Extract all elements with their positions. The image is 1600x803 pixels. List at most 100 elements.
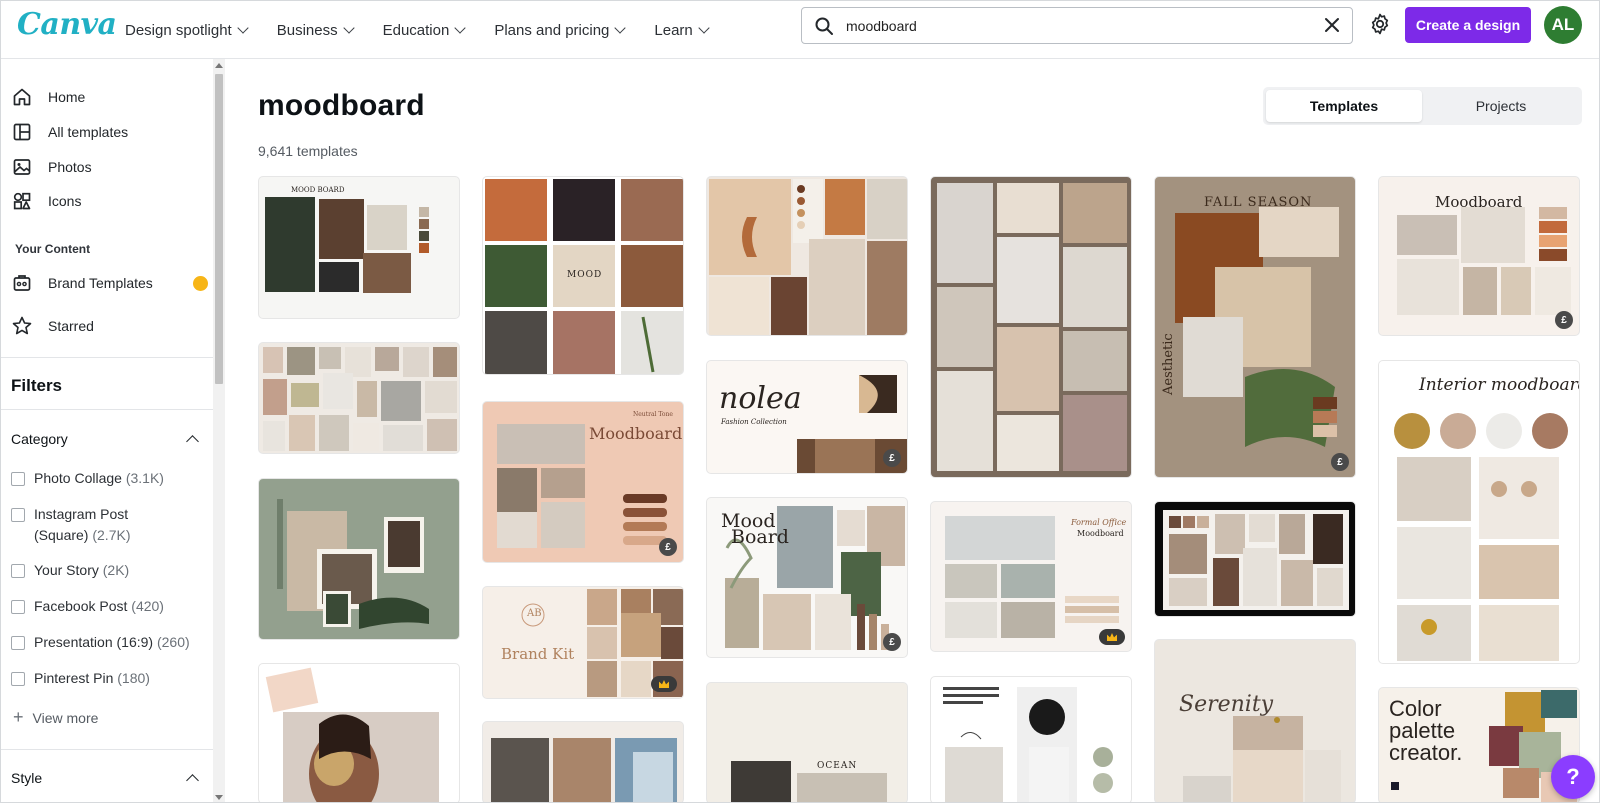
filter-pinterest-pin[interactable]: Pinterest Pin (180) <box>11 670 150 689</box>
template-card[interactable] <box>930 676 1132 802</box>
nav-education[interactable]: Education <box>383 22 466 39</box>
template-card[interactable]: MOOD BOARD <box>258 176 460 319</box>
templates-icon <box>11 121 33 143</box>
template-card[interactable]: Formal Office Moodboard <box>930 501 1132 652</box>
scroll-thumb[interactable] <box>215 74 223 384</box>
checkbox[interactable] <box>11 672 25 686</box>
premium-badge: £ <box>659 538 677 556</box>
chevron-up-icon <box>186 774 199 787</box>
nav-plans-pricing[interactable]: Plans and pricing <box>494 22 627 39</box>
home-icon <box>11 86 33 108</box>
crown-badge <box>651 676 677 692</box>
template-thumbnail <box>1163 510 1349 610</box>
help-button[interactable]: ? <box>1551 755 1595 799</box>
template-card[interactable]: OCEAN <box>706 682 908 802</box>
template-card[interactable]: Mood Board £ <box>706 497 908 658</box>
template-card[interactable]: FALL SEASON Aesthetic £ <box>1154 176 1356 478</box>
template-card[interactable] <box>258 342 460 454</box>
template-card[interactable]: Moodboard £ <box>1378 176 1580 336</box>
template-card[interactable]: Serenity <box>1154 639 1356 802</box>
scroll-down-arrow[interactable] <box>215 795 223 800</box>
search-input[interactable] <box>846 17 1316 34</box>
template-thumbnail <box>709 179 907 335</box>
chevron-up-icon <box>186 435 199 448</box>
filter-facebook-post[interactable]: Facebook Post (420) <box>11 598 164 617</box>
checkbox[interactable] <box>11 636 25 650</box>
checkbox[interactable] <box>11 564 25 578</box>
main-nav: Design spotlight Business Education Plan… <box>125 1 738 59</box>
template-card[interactable]: Interior moodboard <box>1378 360 1580 664</box>
template-thumbnail <box>265 667 439 802</box>
premium-badge: £ <box>1331 453 1349 471</box>
sidebar-scrollbar[interactable] <box>213 59 225 802</box>
premium-badge: £ <box>1555 311 1573 329</box>
gear-icon[interactable] <box>1368 12 1392 36</box>
template-thumbnail <box>263 347 457 451</box>
sidebar-item-starred[interactable]: Starred <box>11 309 201 343</box>
nav-design-spotlight[interactable]: Design spotlight <box>125 22 249 39</box>
top-header: Canva Design spotlight Business Educatio… <box>1 1 1599 59</box>
template-card[interactable] <box>258 478 460 640</box>
premium-badge: £ <box>883 633 901 651</box>
avatar[interactable]: AL <box>1544 6 1582 44</box>
template-card[interactable]: AB Brand Kit <box>482 586 684 699</box>
template-card[interactable]: nolea Fashion Collection £ <box>706 360 908 474</box>
template-card[interactable] <box>930 176 1132 478</box>
sidebar-item-photos[interactable]: Photos <box>11 150 201 184</box>
template-thumbnail <box>943 687 1113 802</box>
chevron-down-icon <box>698 22 710 34</box>
brand-templates-icon <box>11 272 33 294</box>
template-count: 9,641 templates <box>258 143 358 159</box>
chevron-down-icon <box>237 22 249 34</box>
sidebar: Home All templates Photos Icons Your Con… <box>1 59 213 802</box>
search-icon <box>815 17 833 35</box>
filter-your-story[interactable]: Your Story (2K) <box>11 562 129 581</box>
canva-window: Canva Design spotlight Business Educatio… <box>0 0 1600 803</box>
sidebar-item-icons[interactable]: Icons <box>11 184 201 218</box>
tab-projects[interactable]: Projects <box>1423 90 1579 122</box>
filter-photo-collage[interactable]: Photo Collage (3.1K) <box>11 470 164 489</box>
sidebar-item-home[interactable]: Home <box>11 80 201 114</box>
filters-heading: Filters <box>11 376 63 395</box>
template-thumbnail <box>731 761 887 802</box>
template-thumbnail <box>1183 716 1341 802</box>
template-card[interactable] <box>258 663 460 802</box>
your-content-heading: Your Content <box>15 242 91 256</box>
nav-learn[interactable]: Learn <box>654 22 710 39</box>
template-thumbnail <box>937 183 1127 471</box>
search-bar <box>801 7 1353 44</box>
template-thumbnail <box>1394 413 1568 661</box>
plus-icon: + <box>13 707 24 727</box>
scroll-up-arrow[interactable] <box>215 63 223 68</box>
shapes-icon <box>11 190 33 212</box>
chevron-down-icon <box>614 22 627 34</box>
template-card[interactable] <box>482 721 684 802</box>
checkbox[interactable] <box>11 472 25 486</box>
tab-templates[interactable]: Templates <box>1266 90 1422 122</box>
divider <box>1 749 213 750</box>
divider <box>1 409 213 410</box>
close-icon[interactable] <box>1322 15 1342 35</box>
template-card[interactable] <box>1154 501 1356 617</box>
template-card[interactable]: MOOD <box>482 176 684 375</box>
template-thumbnail <box>277 499 429 629</box>
checkbox[interactable] <box>11 508 25 522</box>
checkbox[interactable] <box>11 600 25 614</box>
view-more-link[interactable]: + View more <box>13 707 98 728</box>
filter-presentation[interactable]: Presentation (16:9) (260) <box>11 634 190 653</box>
style-toggle[interactable]: Style <box>11 770 203 787</box>
canva-logo[interactable]: Canva <box>17 7 117 42</box>
chevron-down-icon <box>342 22 355 34</box>
template-card[interactable]: Neutral Tone Moodboard £ <box>482 401 684 563</box>
template-card[interactable] <box>706 176 908 336</box>
sidebar-item-brand-templates[interactable]: Brand Templates <box>11 266 201 300</box>
template-thumbnail <box>491 738 677 802</box>
filter-instagram-post[interactable]: Instagram Post (Square) (2.7K) <box>11 506 130 546</box>
nav-business[interactable]: Business <box>277 22 355 39</box>
premium-badge: £ <box>883 449 901 467</box>
template-thumbnail <box>1175 207 1339 447</box>
category-toggle[interactable]: Category <box>11 431 203 448</box>
sidebar-item-all-templates[interactable]: All templates <box>11 115 201 149</box>
template-card[interactable]: Color palette creator. <box>1378 687 1580 802</box>
create-design-button[interactable]: Create a design <box>1405 7 1531 43</box>
